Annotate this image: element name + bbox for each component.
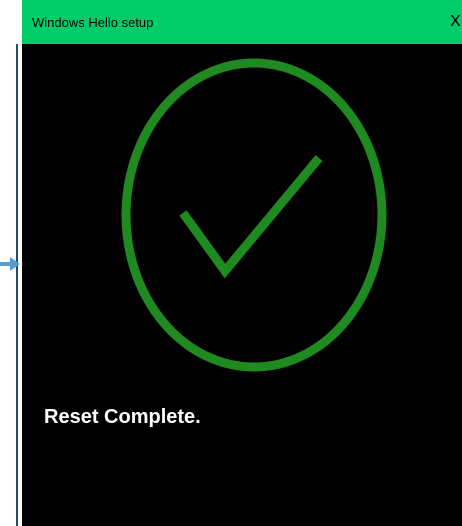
checkmark-circle-icon [121, 58, 387, 372]
status-message: Reset Complete. [44, 406, 201, 428]
arrow-right-icon [0, 257, 20, 271]
title-bar: Windows Hello setup X [22, 0, 462, 44]
window-title: Windows Hello setup [32, 15, 154, 30]
background-window-edge-gap [16, 0, 18, 44]
windows-hello-setup-window: Windows Hello setup X Reset Complete. [22, 0, 462, 526]
screenshot: Windows Hello setup X Reset Complete. [0, 0, 462, 526]
close-button[interactable]: X [450, 12, 462, 32]
